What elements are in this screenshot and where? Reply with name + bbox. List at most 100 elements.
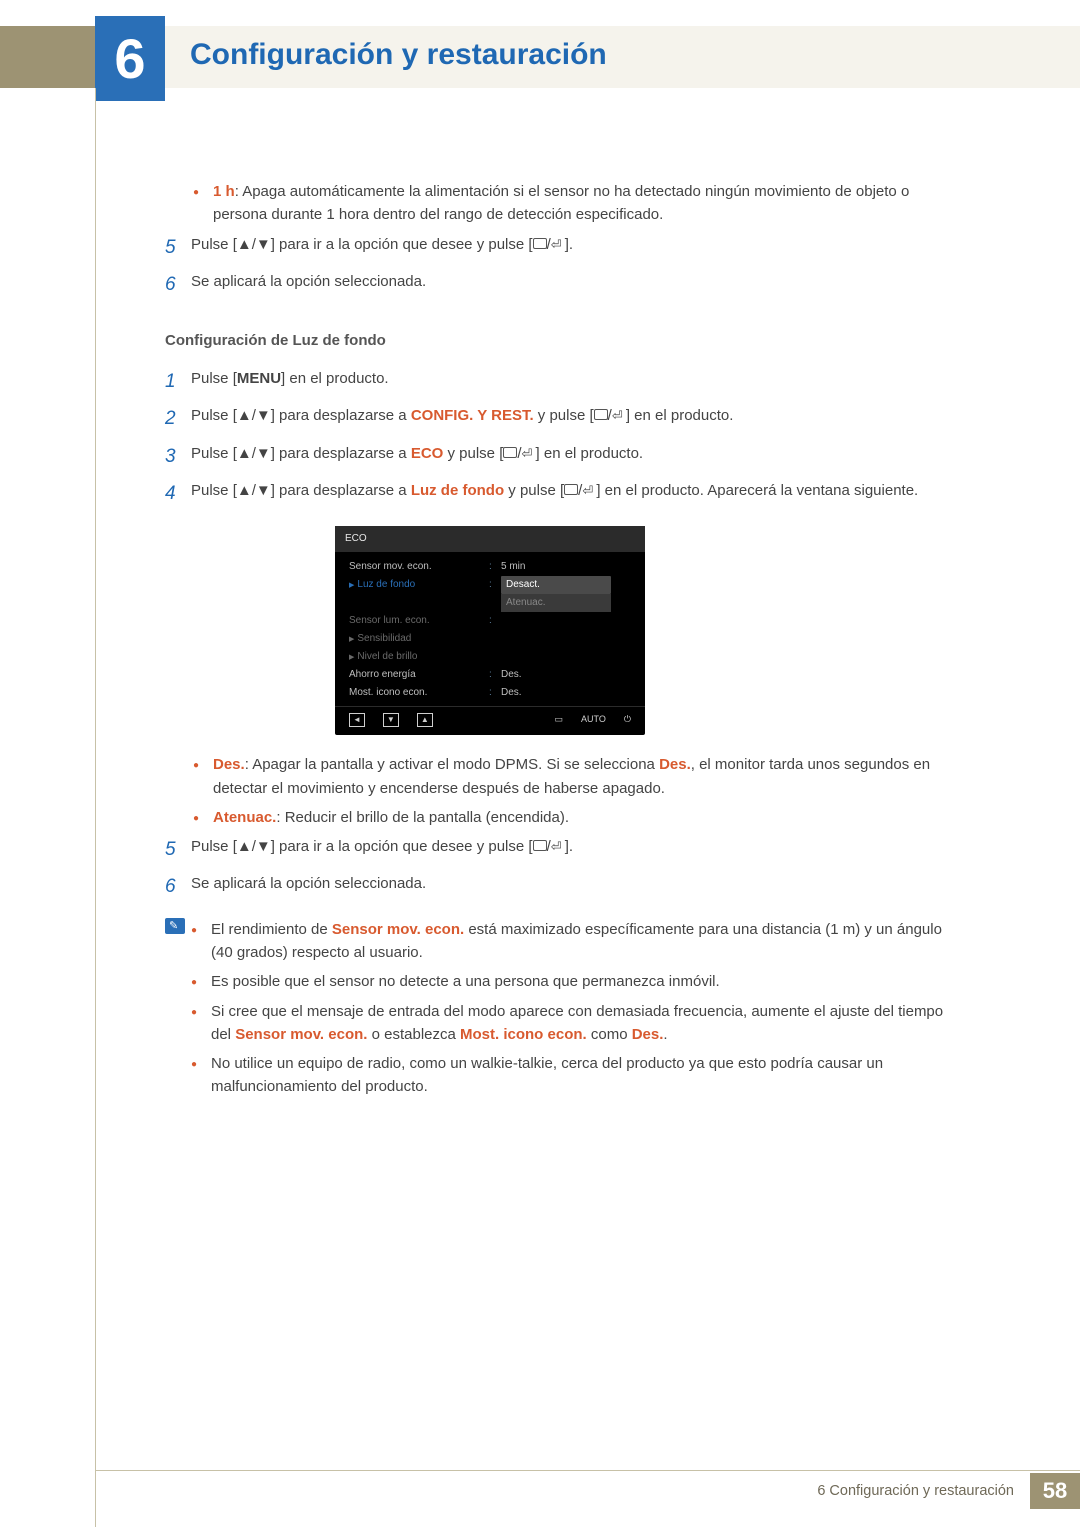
s6-text: Se aplicará la opción seleccionada. <box>191 872 965 901</box>
s3-highlight: ECO <box>411 445 444 462</box>
step5-tail: ]. <box>565 236 573 253</box>
note-2: ● Es posible que el sensor no detecte a … <box>191 970 965 993</box>
enter-icon <box>551 841 565 851</box>
osd-row-luz-opt2: Atenuac. <box>349 594 631 612</box>
step-number: 2 <box>165 404 191 433</box>
osd-colon: : <box>489 685 501 701</box>
main-content: ● 1 h: Apaga automáticamente la alimenta… <box>165 180 965 1105</box>
osd-colon: : <box>489 559 501 575</box>
step-number: 6 <box>165 270 191 299</box>
osd-label: Luz de fondo <box>357 579 415 590</box>
b1-text: : Apagar la pantalla y activar el modo D… <box>245 756 659 773</box>
bullet-dot-icon: ● <box>193 180 213 227</box>
osd-option: Atenuac. <box>501 594 611 612</box>
s5-text: Pulse [▲/▼] para ir a la opción que dese… <box>191 838 533 855</box>
bullet-dot-icon: ● <box>191 918 211 965</box>
osd-title: ECO <box>335 526 645 552</box>
up-icon: ▲ <box>417 713 433 727</box>
osd-row-sensibilidad: Sensibilidad <box>349 630 631 648</box>
chapter-number-tab: 6 <box>95 16 165 101</box>
source-icon <box>594 409 608 420</box>
n3-hl3: Des. <box>632 1026 664 1043</box>
footer-text: 6 Configuración y restauración <box>817 1473 1030 1509</box>
chapter-title: Configuración y restauración <box>190 38 607 72</box>
s1-post: ] en el producto. <box>281 370 389 387</box>
step5-text: Pulse [▲/▼] para ir a la opción que dese… <box>191 236 533 253</box>
top-step-5: 5 Pulse [▲/▼] para ir a la opción que de… <box>165 233 965 262</box>
n1-pre: El rendimiento de <box>211 921 332 938</box>
osd-row-nivel-brillo: Nivel de brillo <box>349 648 631 666</box>
auto-label: AUTO <box>581 713 606 727</box>
osd-label: Most. icono econ. <box>349 685 489 701</box>
bullet-dot-icon: ● <box>193 806 213 829</box>
s3-post: ] en el producto. <box>536 445 644 462</box>
page-footer: 6 Configuración y restauración 58 <box>817 1473 1080 1509</box>
step-number: 5 <box>165 835 191 864</box>
s2-mid: y pulse [ <box>534 407 594 424</box>
b2-lead: Atenuac. <box>213 809 276 826</box>
enter-icon <box>551 239 565 249</box>
source-icon <box>564 484 578 495</box>
s4-highlight: Luz de fondo <box>411 482 504 499</box>
step-number: 1 <box>165 367 191 396</box>
osd-row-sensor-mov: Sensor mov. econ. : 5 min <box>349 558 631 576</box>
s1-pre: Pulse [ <box>191 370 237 387</box>
osd-row-ahorro: Ahorro energía : Des. <box>349 666 631 684</box>
footer-rule <box>95 1470 1080 1471</box>
osd-selected-option: Desact. <box>501 576 611 594</box>
s1-menu: MENU <box>237 370 281 387</box>
note-1: ● El rendimiento de Sensor mov. econ. es… <box>191 918 965 965</box>
osd-colon: : <box>489 613 501 629</box>
osd-value: Des. <box>501 685 631 701</box>
source-icon <box>533 238 547 249</box>
note-block: ● El rendimiento de Sensor mov. econ. es… <box>165 918 965 1105</box>
b2-text: : Reducir el brillo de la pantalla (ence… <box>276 809 569 826</box>
s5-tail: ]. <box>565 838 573 855</box>
osd-label: Sensor lum. econ. <box>349 613 489 629</box>
n4-text: No utilice un equipo de radio, como un w… <box>211 1052 965 1099</box>
n1-hl: Sensor mov. econ. <box>332 921 464 938</box>
source-icon <box>503 447 517 458</box>
osd-label: Ahorro energía <box>349 667 489 683</box>
osd-label: Sensor mov. econ. <box>349 559 489 575</box>
bullet-atenuac: ● Atenuac.: Reducir el brillo de la pant… <box>193 806 965 829</box>
step-3: 3 Pulse [▲/▼] para desplazarse a ECO y p… <box>165 442 965 471</box>
enter-icon <box>522 448 536 458</box>
note-pencil-icon <box>165 918 185 934</box>
back-icon: ◄ <box>349 713 365 727</box>
intro-text: : Apaga automáticamente la alimentación … <box>213 183 909 223</box>
s2-highlight: CONFIG. Y REST. <box>411 407 534 424</box>
note-3: ● Si cree que el mensaje de entrada del … <box>191 1000 965 1047</box>
enter-icon <box>612 410 626 420</box>
top-step-6: 6 Se aplicará la opción seleccionada. <box>165 270 965 299</box>
osd-row-most-icono: Most. icono econ. : Des. <box>349 684 631 702</box>
s3-mid: y pulse [ <box>443 445 503 462</box>
bullet-dot-icon: ● <box>193 753 213 800</box>
step-number: 5 <box>165 233 191 262</box>
page-number: 58 <box>1030 1473 1080 1509</box>
n3-mid2: como <box>587 1026 632 1043</box>
osd-colon: : <box>489 667 501 683</box>
n2-text: Es posible que el sensor no detecte a un… <box>211 970 965 993</box>
n3-mid: o establezca <box>367 1026 460 1043</box>
osd-row-luz-de-fondo: Luz de fondo : Desact. <box>349 576 631 594</box>
step-5: 5 Pulse [▲/▼] para ir a la opción que de… <box>165 835 965 864</box>
left-margin-rule <box>95 88 96 1527</box>
osd-value: 5 min <box>501 559 631 575</box>
osd-label: Sensibilidad <box>357 633 411 644</box>
step-number: 4 <box>165 479 191 508</box>
step-number: 6 <box>165 872 191 901</box>
intro-bullet: ● 1 h: Apaga automáticamente la alimenta… <box>193 180 965 227</box>
b1-lead: Des. <box>213 756 245 773</box>
n3-hl2: Most. icono econ. <box>460 1026 587 1043</box>
power-icon: ⏻ <box>624 713 631 727</box>
step6-text: Se aplicará la opción seleccionada. <box>191 270 965 299</box>
s4-pre: Pulse [▲/▼] para desplazarse a <box>191 482 411 499</box>
n3-post: . <box>663 1026 667 1043</box>
step-1: 1 Pulse [MENU] en el producto. <box>165 367 965 396</box>
b1-hl: Des. <box>659 756 691 773</box>
step-6: 6 Se aplicará la opción seleccionada. <box>165 872 965 901</box>
step-2: 2 Pulse [▲/▼] para desplazarse a CONFIG.… <box>165 404 965 433</box>
osd-label: Nivel de brillo <box>357 651 417 662</box>
s2-post: ] en el producto. <box>626 407 734 424</box>
